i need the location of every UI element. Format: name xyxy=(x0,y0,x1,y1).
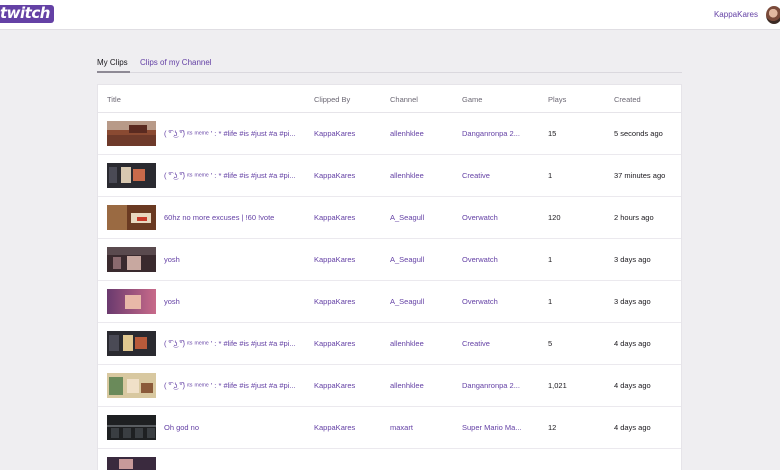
table-row[interactable]: 60hz no more excuses | !60 !vote KappaKa… xyxy=(98,197,681,239)
username-link[interactable]: KappaKares xyxy=(714,10,758,19)
clipped-by-link[interactable]: KappaKares xyxy=(314,339,384,349)
avatar[interactable] xyxy=(766,6,780,24)
game-link[interactable]: Danganronpa 2... xyxy=(462,381,542,391)
clip-title-link[interactable]: ( ͡° ͜ʖ ͡°) ᶦᵗˢ ᵐᵉᵐᵉ ' : * #life #is #ju… xyxy=(164,381,309,391)
created-time: 3 days ago xyxy=(614,255,651,264)
column-header-clipped-by[interactable]: Clipped By xyxy=(314,95,350,104)
game-link[interactable]: Overwatch xyxy=(462,297,542,307)
table-row[interactable]: ( ͡° ͜ʖ ͡°) ᶦᵗˢ ᵐᵉᵐᵉ ' : * #life #is #ju… xyxy=(98,113,681,155)
table-row[interactable]: Oh god no KappaKares maxart Super Mario … xyxy=(98,407,681,449)
column-header-created[interactable]: Created xyxy=(614,95,641,104)
clip-thumbnail[interactable] xyxy=(107,289,156,314)
channel-link[interactable]: maxart xyxy=(390,423,456,433)
channel-link[interactable]: allenhklee xyxy=(390,381,456,391)
created-time: 4 days ago xyxy=(614,339,651,348)
clip-thumbnail[interactable] xyxy=(107,247,156,272)
plays-count: 1 xyxy=(548,171,553,180)
clip-title-link[interactable]: Oh god no xyxy=(164,423,309,433)
clips-table: Title Clipped By Channel Game Plays Crea… xyxy=(97,84,682,470)
twitch-logo[interactable]: twitch xyxy=(0,5,54,23)
table-row[interactable]: yosh KappaKares A_Seagull Overwatch 1 3 … xyxy=(98,239,681,281)
clipped-by-link[interactable]: KappaKares xyxy=(314,129,384,139)
table-row[interactable]: ( ͡° ͜ʖ ͡°) ᶦᵗˢ ᵐᵉᵐᵉ ' : * #life #is #ju… xyxy=(98,365,681,407)
channel-link[interactable]: A_Seagull xyxy=(390,255,456,265)
game-link[interactable]: Danganronpa 2... xyxy=(462,129,542,139)
plays-count: 12 xyxy=(548,423,557,432)
clip-title-link[interactable]: yosh xyxy=(164,297,309,307)
plays-count: 5 xyxy=(548,339,553,348)
game-link[interactable]: Super Mario Ma... xyxy=(462,423,542,433)
clipped-by-link[interactable]: KappaKares xyxy=(314,171,384,181)
column-header-plays[interactable]: Plays xyxy=(548,95,566,104)
table-row[interactable]: ( ͡° ͜ʖ ͡°) ᶦᵗˢ ᵐᵉᵐᵉ ' : * #life #is #ju… xyxy=(98,323,681,365)
clip-title-link[interactable]: ( ͡° ͜ʖ ͡°) ᶦᵗˢ ᵐᵉᵐᵉ ' : * #life #is #ju… xyxy=(164,339,309,349)
top-bar: twitch KappaKares xyxy=(0,0,780,30)
clip-thumbnail[interactable] xyxy=(107,205,156,230)
created-time: 2 hours ago xyxy=(614,213,654,222)
plays-count: 1 xyxy=(548,297,553,306)
channel-link[interactable]: allenhklee xyxy=(390,339,456,349)
clipped-by-link[interactable]: KappaKares xyxy=(314,255,384,265)
tab-clips-of-my-channel[interactable]: Clips of my Channel xyxy=(140,58,220,73)
game-link[interactable]: Overwatch xyxy=(462,255,542,265)
channel-link[interactable]: A_Seagull xyxy=(390,297,456,307)
game-link[interactable]: Creative xyxy=(462,339,542,349)
game-link[interactable]: Overwatch xyxy=(462,213,542,223)
channel-link[interactable]: allenhklee xyxy=(390,171,456,181)
created-time: 4 days ago xyxy=(614,381,651,390)
created-time: 3 days ago xyxy=(614,297,651,306)
column-header-game[interactable]: Game xyxy=(462,95,482,104)
clip-title-link[interactable]: 60hz no more excuses | !60 !vote xyxy=(164,213,309,223)
table-row[interactable] xyxy=(98,449,681,470)
table-row[interactable]: yosh KappaKares A_Seagull Overwatch 1 3 … xyxy=(98,281,681,323)
created-time: 5 seconds ago xyxy=(614,129,663,138)
clip-thumbnail[interactable] xyxy=(107,163,156,188)
clip-thumbnail[interactable] xyxy=(107,331,156,356)
plays-count: 15 xyxy=(548,129,557,138)
clipped-by-link[interactable]: KappaKares xyxy=(314,381,384,391)
clipped-by-link[interactable]: KappaKares xyxy=(314,213,384,223)
clipped-by-link[interactable]: KappaKares xyxy=(314,297,384,307)
created-time: 4 days ago xyxy=(614,423,651,432)
game-link[interactable]: Creative xyxy=(462,171,542,181)
created-time: 37 minutes ago xyxy=(614,171,666,180)
clipped-by-link[interactable]: KappaKares xyxy=(314,423,384,433)
clip-thumbnail[interactable] xyxy=(107,373,156,398)
clip-title-link[interactable]: yosh xyxy=(164,255,309,265)
clip-thumbnail[interactable] xyxy=(107,121,156,146)
clip-thumbnail[interactable] xyxy=(107,457,156,470)
plays-count: 120 xyxy=(548,213,561,222)
clip-title-link[interactable]: ( ͡° ͜ʖ ͡°) ᶦᵗˢ ᵐᵉᵐᵉ ' : * #life #is #ju… xyxy=(164,171,309,181)
clip-title-link[interactable]: ( ͡° ͜ʖ ͡°) ᶦᵗˢ ᵐᵉᵐᵉ ' : * #life #is #ju… xyxy=(164,129,309,139)
plays-count: 1,021 xyxy=(548,381,567,390)
tab-my-clips[interactable]: My Clips xyxy=(97,58,130,73)
column-header-channel[interactable]: Channel xyxy=(390,95,418,104)
clip-thumbnail[interactable] xyxy=(107,415,156,440)
plays-count: 1 xyxy=(548,255,553,264)
channel-link[interactable]: allenhklee xyxy=(390,129,456,139)
column-header-title[interactable]: Title xyxy=(107,95,121,104)
channel-link[interactable]: A_Seagull xyxy=(390,213,456,223)
table-row[interactable]: ( ͡° ͜ʖ ͡°) ᶦᵗˢ ᵐᵉᵐᵉ ' : * #life #is #ju… xyxy=(98,155,681,197)
clip-tabs: My Clips Clips of my Channel xyxy=(97,58,682,73)
table-header: Title Clipped By Channel Game Plays Crea… xyxy=(98,85,681,113)
